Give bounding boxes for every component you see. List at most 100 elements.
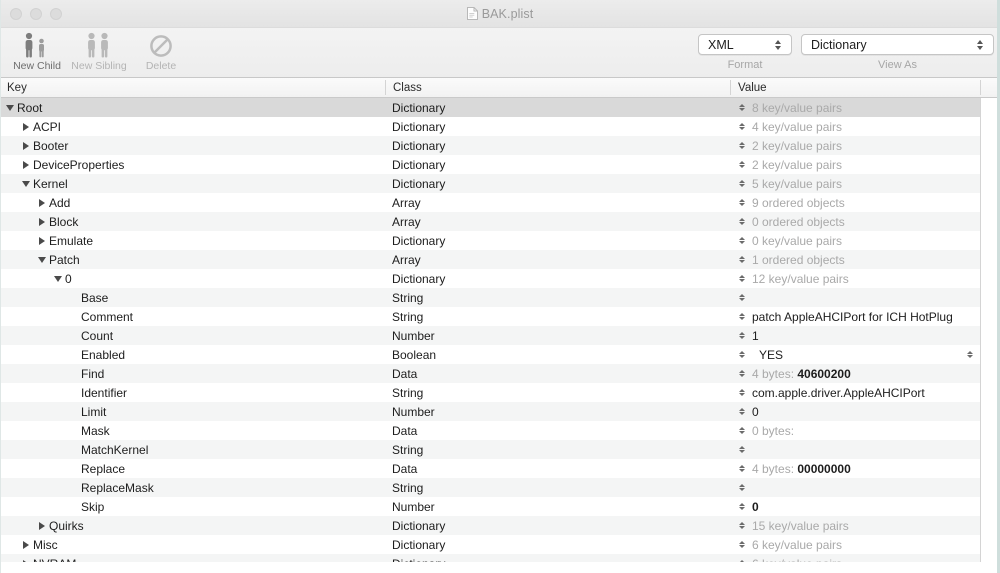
row-value-cell[interactable]: YES <box>730 345 980 364</box>
row-key-cell[interactable]: Booter <box>0 136 385 155</box>
row-value-cell[interactable]: 15 key/value pairs <box>730 516 980 535</box>
row-value-cell[interactable]: 6 key/value pairs <box>730 535 980 554</box>
row-value-cell[interactable]: 2 key/value pairs <box>730 136 980 155</box>
value-stepper-icon[interactable] <box>737 313 747 320</box>
disclosure-triangle-closed-icon[interactable] <box>21 155 30 174</box>
value-stepper-icon[interactable] <box>737 522 747 529</box>
row-value-cell[interactable] <box>730 440 980 459</box>
value-stepper-icon[interactable] <box>737 332 747 339</box>
row-class-cell[interactable]: Data <box>385 459 730 478</box>
value-stepper-icon[interactable] <box>737 465 747 472</box>
row-key-cell[interactable]: Limit <box>0 402 385 421</box>
row-class-cell[interactable]: Number <box>385 326 730 345</box>
view-as-popup-button[interactable]: Dictionary <box>801 34 994 55</box>
row-value-cell[interactable]: 0 bytes: <box>730 421 980 440</box>
new-child-button[interactable]: New Child <box>6 28 68 72</box>
row-key-cell[interactable]: Count <box>0 326 385 345</box>
row-value-cell[interactable]: 6 key/value pairs <box>730 554 980 562</box>
row-value-cell[interactable]: 12 key/value pairs <box>730 269 980 288</box>
table-row[interactable]: MatchKernel String <box>0 440 1000 459</box>
table-row[interactable]: Comment String patch AppleAHCIPort for ICH… <box>0 307 1000 326</box>
row-key-cell[interactable]: ACPI <box>0 117 385 136</box>
column-divider-value-gutter[interactable] <box>980 80 981 95</box>
table-row[interactable]: ACPI Dictionary 4 key/value pairs <box>0 117 1000 136</box>
row-value-cell[interactable]: 4 bytes: 40600200 <box>730 364 980 383</box>
table-row[interactable]: Find Data 4 bytes: 40600200 <box>0 364 1000 383</box>
row-class-cell[interactable]: Dictionary <box>385 117 730 136</box>
row-key-cell[interactable]: Kernel <box>0 174 385 193</box>
row-value-cell[interactable]: com.apple.driver.AppleAHCIPort <box>730 383 980 402</box>
row-class-cell[interactable]: Dictionary <box>385 554 730 563</box>
row-value-cell[interactable]: 2 key/value pairs <box>730 155 980 174</box>
table-row[interactable]: Misc Dictionary 6 key/value pairs <box>0 535 1000 554</box>
row-value-cell[interactable] <box>730 288 980 307</box>
table-row[interactable]: Emulate Dictionary 0 key/value pairs <box>0 231 1000 250</box>
table-row[interactable]: Count Number 1 <box>0 326 1000 345</box>
new-sibling-button[interactable]: New Sibling <box>68 28 130 72</box>
table-row[interactable]: ReplaceMask String <box>0 478 1000 497</box>
row-key-cell[interactable]: Block <box>0 212 385 231</box>
table-row[interactable]: Booter Dictionary 2 key/value pairs <box>0 136 1000 155</box>
value-stepper-icon[interactable] <box>737 256 747 263</box>
value-stepper-icon[interactable] <box>737 351 747 358</box>
row-key-cell[interactable]: ReplaceMask <box>0 478 385 497</box>
row-value-cell[interactable]: 0 <box>730 402 980 421</box>
column-header-key[interactable]: Key <box>0 78 385 97</box>
row-key-cell[interactable]: Skip <box>0 497 385 516</box>
row-key-cell[interactable]: Add <box>0 193 385 212</box>
row-class-cell[interactable]: Number <box>385 497 730 516</box>
table-row[interactable]: Quirks Dictionary 15 key/value pairs <box>0 516 1000 535</box>
value-stepper-icon[interactable] <box>737 275 747 282</box>
row-class-cell[interactable]: Dictionary <box>385 269 730 288</box>
row-class-cell[interactable]: Number <box>385 402 730 421</box>
row-key-cell[interactable]: Replace <box>0 459 385 478</box>
table-row[interactable]: Block Array 0 ordered objects <box>0 212 1000 231</box>
value-stepper-icon[interactable] <box>737 237 747 244</box>
minimize-button[interactable] <box>30 7 42 20</box>
row-value-cell[interactable]: 1 <box>730 326 980 345</box>
row-value-cell[interactable]: 1 ordered objects <box>730 250 980 269</box>
value-stepper-icon[interactable] <box>737 142 747 149</box>
row-class-cell[interactable]: String <box>385 288 730 307</box>
row-key-cell[interactable]: Base <box>0 288 385 307</box>
column-header-class[interactable]: Class <box>386 78 730 97</box>
table-row[interactable]: DeviceProperties Dictionary 2 key/value pa… <box>0 155 1000 174</box>
value-stepper-icon[interactable] <box>737 427 747 434</box>
delete-button[interactable]: Delete <box>130 28 192 72</box>
row-key-cell[interactable]: NVRAM <box>0 554 385 562</box>
row-key-cell[interactable]: 0 <box>0 269 385 288</box>
row-class-cell[interactable]: String <box>385 307 730 326</box>
row-key-cell[interactable]: Emulate <box>0 231 385 250</box>
table-row[interactable]: Patch Array 1 ordered objects <box>0 250 1000 269</box>
table-row[interactable]: Base String <box>0 288 1000 307</box>
row-key-cell[interactable]: DeviceProperties <box>0 155 385 174</box>
row-key-cell[interactable]: Root <box>0 98 385 117</box>
table-row[interactable]: 0 Dictionary 12 key/value pairs <box>0 269 1000 288</box>
disclosure-triangle-open-icon[interactable] <box>5 98 14 117</box>
row-value-cell[interactable]: 5 key/value pairs <box>730 174 980 193</box>
row-value-cell[interactable]: 0 key/value pairs <box>730 231 980 250</box>
value-stepper-icon[interactable] <box>737 503 747 510</box>
value-stepper-icon[interactable] <box>737 161 747 168</box>
table-row[interactable]: Skip Number 0 <box>0 497 1000 516</box>
table-row[interactable]: Enabled Boolean YES <box>0 345 1000 364</box>
format-popup-button[interactable]: XML <box>698 34 792 55</box>
table-row[interactable]: Mask Data 0 bytes: <box>0 421 1000 440</box>
row-key-cell[interactable]: Comment <box>0 307 385 326</box>
row-class-cell[interactable]: Array <box>385 212 730 231</box>
plist-outline-view[interactable]: Root Dictionary 8 key/value pairs ACPI Dicti… <box>0 98 1000 562</box>
row-key-cell[interactable]: Misc <box>0 535 385 554</box>
row-value-cell[interactable]: 0 ordered objects <box>730 212 980 231</box>
disclosure-triangle-open-icon[interactable] <box>53 269 62 288</box>
value-stepper-icon[interactable] <box>737 180 747 187</box>
row-class-cell[interactable]: Dictionary <box>385 535 730 554</box>
row-class-cell[interactable]: Dictionary <box>385 174 730 193</box>
value-stepper-icon[interactable] <box>737 199 747 206</box>
row-class-cell[interactable]: Dictionary <box>385 516 730 535</box>
row-class-cell[interactable]: Data <box>385 364 730 383</box>
row-class-cell[interactable]: Array <box>385 250 730 269</box>
value-stepper-icon[interactable] <box>737 370 747 377</box>
table-row[interactable]: Kernel Dictionary 5 key/value pairs <box>0 174 1000 193</box>
column-header-value[interactable]: Value <box>731 78 980 97</box>
row-key-cell[interactable]: Find <box>0 364 385 383</box>
